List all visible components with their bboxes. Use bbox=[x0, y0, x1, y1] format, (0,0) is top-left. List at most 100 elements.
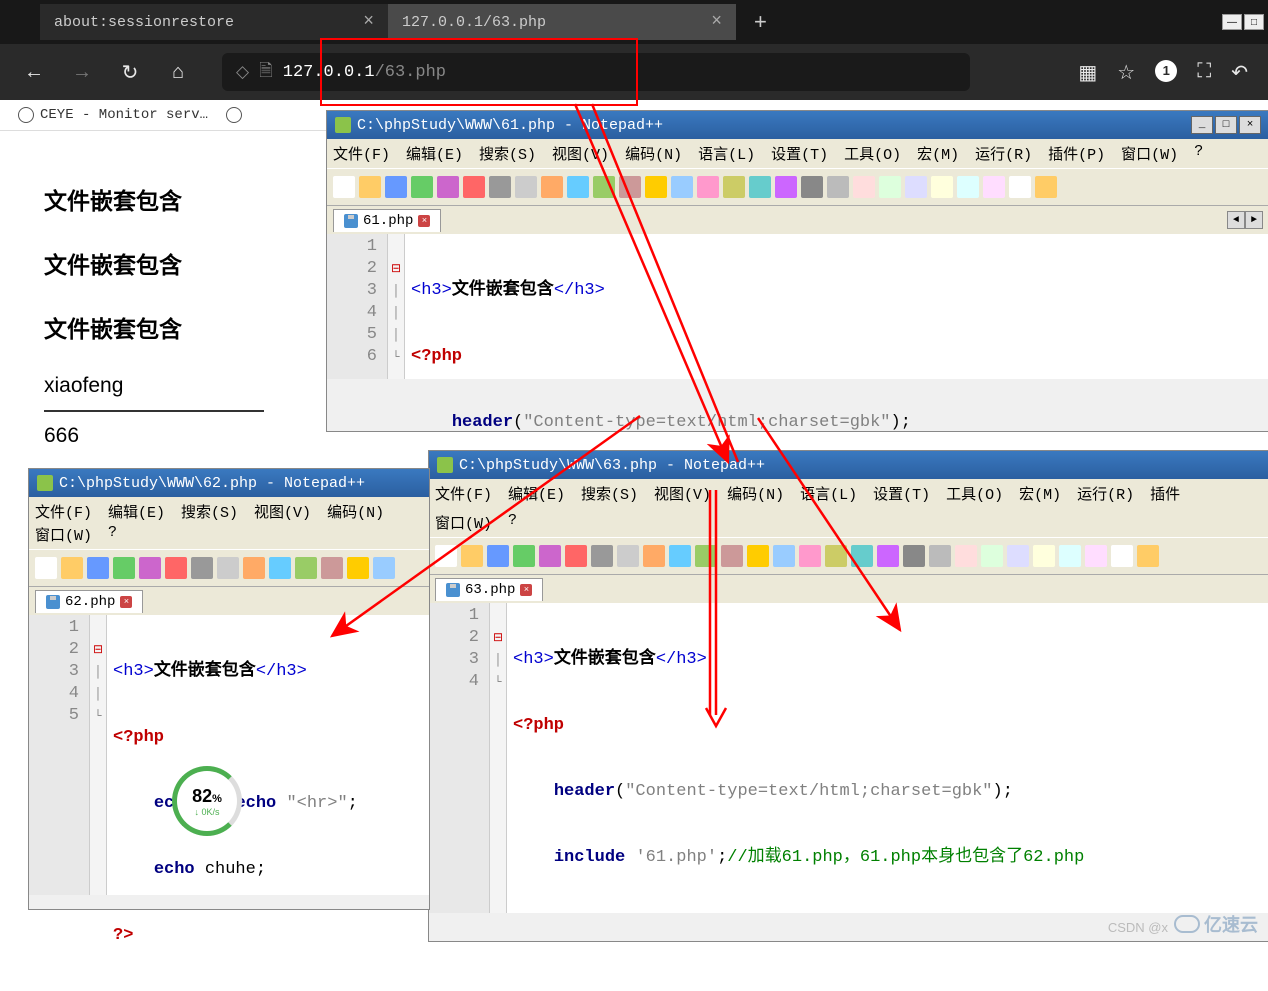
toolbar-icon[interactable] bbox=[695, 545, 717, 567]
toolbar-icon[interactable] bbox=[669, 545, 691, 567]
menu-item[interactable]: 插件(P) bbox=[1048, 143, 1105, 164]
toolbar-icon[interactable] bbox=[411, 176, 433, 198]
menu-item[interactable]: 插件 bbox=[1150, 483, 1180, 504]
forward-button[interactable]: → bbox=[68, 61, 96, 84]
toolbar-icon[interactable] bbox=[217, 557, 239, 579]
menu-item[interactable]: 语言(L) bbox=[800, 483, 857, 504]
toolbar-icon[interactable] bbox=[825, 545, 847, 567]
toolbar-icon[interactable] bbox=[721, 545, 743, 567]
menu-item[interactable]: 视图(V) bbox=[254, 501, 311, 522]
maximize-icon[interactable]: □ bbox=[1244, 14, 1264, 30]
toolbar-icon[interactable] bbox=[957, 176, 979, 198]
title-bar[interactable]: C:\phpStudy\WWW\61.php - Notepad++ _□× bbox=[327, 111, 1268, 139]
toolbar-icon[interactable] bbox=[749, 176, 771, 198]
file-tab-61[interactable]: 61.php× bbox=[333, 209, 441, 232]
toolbar-icon[interactable] bbox=[591, 545, 613, 567]
menu-item[interactable]: 运行(R) bbox=[975, 143, 1032, 164]
toolbar-icon[interactable] bbox=[139, 557, 161, 579]
close-icon[interactable]: × bbox=[1239, 116, 1261, 134]
toolbar-icon[interactable] bbox=[539, 545, 561, 567]
toolbar-icon[interactable] bbox=[191, 557, 213, 579]
toolbar-icon[interactable] bbox=[1111, 545, 1133, 567]
toolbar-icon[interactable] bbox=[435, 545, 457, 567]
menu-item[interactable]: 窗口(W) bbox=[35, 524, 92, 545]
toolbar-icon[interactable] bbox=[853, 176, 875, 198]
toolbar-icon[interactable] bbox=[747, 545, 769, 567]
menu-item[interactable]: 运行(R) bbox=[1077, 483, 1134, 504]
toolbar-icon[interactable] bbox=[799, 545, 821, 567]
toolbar-icon[interactable] bbox=[1137, 545, 1159, 567]
tab-sessionrestore[interactable]: about:sessionrestore × bbox=[40, 4, 388, 40]
toolbar-icon[interactable] bbox=[671, 176, 693, 198]
toolbar-icon[interactable] bbox=[333, 176, 355, 198]
home-button[interactable]: ⌂ bbox=[164, 61, 192, 84]
toolbar-icon[interactable] bbox=[461, 545, 483, 567]
menu-item[interactable]: 宏(M) bbox=[1019, 483, 1061, 504]
file-tab-63[interactable]: 63.php× bbox=[435, 578, 543, 601]
minimize-icon[interactable]: _ bbox=[1191, 116, 1213, 134]
menu-item[interactable]: 工具(O) bbox=[844, 143, 901, 164]
menu-item[interactable]: 设置(T) bbox=[771, 143, 828, 164]
toolbar-icon[interactable] bbox=[983, 176, 1005, 198]
close-icon[interactable]: × bbox=[418, 215, 430, 227]
toolbar-icon[interactable] bbox=[113, 557, 135, 579]
menu-item[interactable]: 工具(O) bbox=[946, 483, 1003, 504]
toolbar-icon[interactable] bbox=[515, 176, 537, 198]
menu-item[interactable]: 设置(T) bbox=[873, 483, 930, 504]
toolbar-icon[interactable] bbox=[801, 176, 823, 198]
toolbar-icon[interactable] bbox=[295, 557, 317, 579]
toolbar-icon[interactable] bbox=[775, 176, 797, 198]
toolbar-icon[interactable] bbox=[773, 545, 795, 567]
menu-item[interactable]: 语言(L) bbox=[698, 143, 755, 164]
maximize-icon[interactable]: □ bbox=[1215, 116, 1237, 134]
toolbar-icon[interactable] bbox=[489, 176, 511, 198]
close-icon[interactable]: × bbox=[120, 596, 132, 608]
toolbar-icon[interactable] bbox=[567, 176, 589, 198]
toolbar-icon[interactable] bbox=[373, 557, 395, 579]
toolbar-icon[interactable] bbox=[61, 557, 83, 579]
toolbar-icon[interactable] bbox=[981, 545, 1003, 567]
toolbar-icon[interactable] bbox=[643, 545, 665, 567]
file-tab-62[interactable]: 62.php× bbox=[35, 590, 143, 613]
toolbar-icon[interactable] bbox=[955, 545, 977, 567]
toolbar-icon[interactable] bbox=[1033, 545, 1055, 567]
bookmark-star-icon[interactable]: ☆ bbox=[1117, 60, 1135, 85]
menu-item[interactable]: 宏(M) bbox=[917, 143, 959, 164]
menu-item[interactable]: 文件(F) bbox=[35, 501, 92, 522]
back-button[interactable]: ← bbox=[20, 61, 48, 84]
menu-item[interactable]: ? bbox=[1194, 143, 1203, 164]
address-bar[interactable]: ◇ 🗎 127.0.0.1 /63.php bbox=[222, 53, 970, 91]
menu-item[interactable]: 搜索(S) bbox=[479, 143, 536, 164]
toolbar-icon[interactable] bbox=[359, 176, 381, 198]
qr-icon[interactable]: ▦ bbox=[1078, 60, 1097, 85]
toolbar-icon[interactable] bbox=[1009, 176, 1031, 198]
toolbar-icon[interactable] bbox=[905, 176, 927, 198]
bookmark-item[interactable] bbox=[226, 107, 242, 123]
toolbar-icon[interactable] bbox=[645, 176, 667, 198]
toolbar-icon[interactable] bbox=[321, 557, 343, 579]
toolbar-icon[interactable] bbox=[243, 557, 265, 579]
menu-item[interactable]: 视图(V) bbox=[552, 143, 609, 164]
tab-63php[interactable]: 127.0.0.1/63.php × bbox=[388, 4, 736, 40]
toolbar-icon[interactable] bbox=[697, 176, 719, 198]
toolbar-icon[interactable] bbox=[487, 545, 509, 567]
toolbar-icon[interactable] bbox=[437, 176, 459, 198]
menu-item[interactable]: 文件(F) bbox=[435, 483, 492, 504]
undo-icon[interactable]: ↶ bbox=[1231, 60, 1248, 85]
menu-item[interactable]: 搜索(S) bbox=[581, 483, 638, 504]
toolbar-icon[interactable] bbox=[1059, 545, 1081, 567]
menu-item[interactable]: 编码(N) bbox=[625, 143, 682, 164]
menu-item[interactable]: 窗口(W) bbox=[1121, 143, 1178, 164]
code-area[interactable]: 1234 ⊟│└ <h3>文件嵌套包含</h3> <?php header("C… bbox=[429, 603, 1268, 913]
toolbar-icon[interactable] bbox=[931, 176, 953, 198]
code-area[interactable]: 123456 ⊟│││└ <h3>文件嵌套包含</h3> <?php heade… bbox=[327, 234, 1268, 379]
menu-item[interactable]: 编码(N) bbox=[327, 501, 384, 522]
toolbar-icon[interactable] bbox=[827, 176, 849, 198]
toolbar-icon[interactable] bbox=[1085, 545, 1107, 567]
crop-icon[interactable]: ⛶ bbox=[1197, 60, 1211, 85]
menu-item[interactable]: ? bbox=[108, 524, 117, 545]
scroll-left-icon[interactable]: ◄ bbox=[1227, 211, 1245, 229]
notification-badge[interactable]: 1 bbox=[1155, 60, 1177, 82]
toolbar-icon[interactable] bbox=[879, 176, 901, 198]
toolbar-icon[interactable] bbox=[565, 545, 587, 567]
